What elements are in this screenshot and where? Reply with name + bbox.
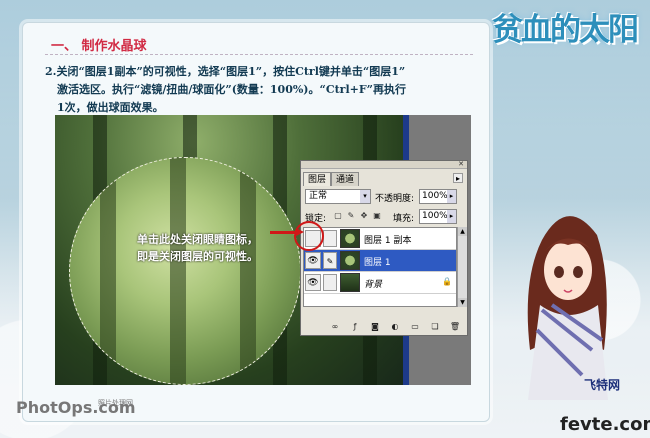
palette-menu-icon[interactable]: ▸: [453, 173, 463, 183]
lock-transparency-icon[interactable]: ▢: [333, 211, 343, 221]
brush-icon[interactable]: ✎: [323, 252, 337, 269]
blend-opacity-row: 正常 ▾ 不透明度: 100% ▸: [305, 189, 465, 205]
new-group-icon[interactable]: ▭: [409, 321, 421, 332]
lock-position-icon[interactable]: ✥: [359, 211, 369, 221]
eye-icon[interactable]: 👁: [305, 274, 321, 291]
layer-name: 图层 1: [364, 258, 391, 268]
layer-row-background[interactable]: 👁 背景 🔒: [304, 272, 456, 294]
instruction-line: 2.关闭“图层1副本”的可视性，选择“图层1”，按住Ctrl键并单击“图层1”: [45, 65, 406, 78]
watermark: PhotOps.com 照片处理网: [16, 396, 146, 420]
palette-titlebar[interactable]: ✕: [301, 161, 467, 169]
layer-mask-icon[interactable]: ◙: [369, 321, 381, 332]
watermark-tag: 照片处理网: [98, 399, 133, 407]
palette-bottom-bar: ∞ ƒ ◙ ◐ ▭ ❏ 🗑: [329, 321, 461, 332]
opacity-label: 不透明度:: [375, 194, 415, 204]
layers-palette: ✕ 图层 通道 ▸ 正常 ▾ 不透明度: 100% ▸ 锁定: ▢ ✎ ✥ ▣ …: [300, 160, 468, 336]
link-layers-icon[interactable]: ∞: [329, 321, 341, 332]
section-title: 一、 制作水晶球: [51, 39, 147, 54]
fill-label: 填充:: [393, 214, 415, 224]
new-layer-icon[interactable]: ❏: [429, 321, 441, 332]
blend-mode-select[interactable]: 正常 ▾: [305, 189, 371, 204]
brand-name-cn: 飞特网: [584, 378, 621, 392]
eye-icon[interactable]: 👁: [305, 252, 321, 269]
site-url: fevte.com: [560, 414, 650, 435]
highlight-circle: [294, 221, 324, 251]
chevron-down-icon[interactable]: ▾: [360, 190, 370, 203]
annotation-line: 即是关闭图层的可视性。: [137, 250, 258, 263]
lock-icon: 🔒: [442, 277, 452, 286]
layer-thumbnail: [340, 251, 360, 270]
chevron-right-icon[interactable]: ▸: [447, 190, 456, 203]
scroll-down-icon[interactable]: ▼: [458, 298, 467, 307]
lock-all-icon[interactable]: ▣: [372, 211, 382, 221]
site-logo-title: 贫血的太阳: [492, 12, 639, 48]
layer-name: 背景: [364, 280, 383, 290]
tab-channels[interactable]: 通道: [331, 172, 360, 186]
layers-list: 图层 1 副本 👁 ✎ 图层 1 👁 背景 🔒: [303, 227, 457, 307]
adjustment-layer-icon[interactable]: ◐: [389, 321, 401, 332]
layers-scrollbar[interactable]: ▲ ▼: [457, 227, 467, 307]
tab-layers[interactable]: 图层: [303, 172, 332, 186]
lock-fill-row: 锁定: ▢ ✎ ✥ ▣ 填充: 100% ▸: [305, 209, 465, 225]
link-cell[interactable]: [323, 274, 337, 291]
section-divider: [45, 54, 473, 55]
opacity-value: 100%: [422, 191, 448, 201]
blend-mode-value: 正常: [309, 191, 328, 201]
layer-row-copy[interactable]: 图层 1 副本: [304, 228, 456, 250]
trash-icon[interactable]: 🗑: [449, 321, 461, 332]
close-icon[interactable]: ✕: [457, 161, 465, 168]
lock-image-icon[interactable]: ✎: [346, 211, 356, 221]
fill-field[interactable]: 100% ▸: [419, 209, 457, 224]
anime-girl-illustration: [527, 216, 608, 400]
lock-options: ▢ ✎ ✥ ▣: [333, 211, 382, 221]
chevron-right-icon[interactable]: ▸: [447, 210, 456, 223]
fill-value: 100%: [422, 211, 448, 221]
opacity-field[interactable]: 100% ▸: [419, 189, 457, 204]
layer-row-1[interactable]: 👁 ✎ 图层 1: [304, 250, 456, 272]
crystal-ball-selection: [69, 157, 301, 385]
layer-name: 图层 1 副本: [364, 236, 412, 246]
pointer-arrow: [270, 228, 304, 236]
link-cell[interactable]: [323, 230, 337, 247]
layer-thumbnail: [340, 273, 360, 292]
layer-style-icon[interactable]: ƒ: [349, 321, 361, 332]
palette-tabs: 图层 通道: [303, 172, 360, 186]
annotation: 单击此处关闭眼睛图标， 即是关闭图层的可视性。: [137, 231, 307, 265]
instruction-text: 2.关闭“图层1副本”的可视性，选择“图层1”，按住Ctrl键并单击“图层1” …: [45, 63, 485, 117]
scroll-up-icon[interactable]: ▲: [458, 227, 467, 236]
instruction-line: 激活选区。执行“滤镜/扭曲/球面化”(数量：100%)。“Ctrl+F”再执行: [57, 83, 407, 96]
layer-thumbnail: [340, 229, 360, 248]
